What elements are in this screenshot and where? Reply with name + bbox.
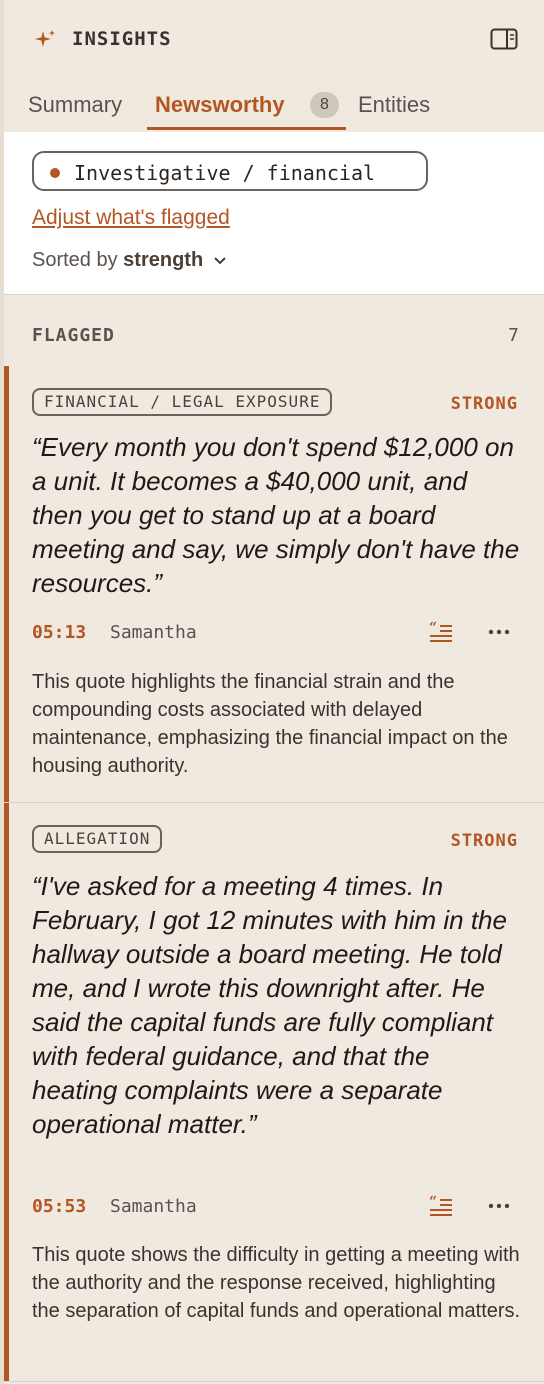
strength-label: STRONG: [450, 394, 518, 414]
newsworthy-count-badge: 8: [310, 92, 339, 118]
more-options-icon[interactable]: [486, 1194, 512, 1218]
explanation-text: This quote highlights the financial stra…: [32, 671, 508, 777]
strength-label: STRONG: [450, 831, 518, 851]
category-tag: FINANCIAL / LEGAL EXPOSURE: [32, 388, 333, 416]
active-tab-indicator: [147, 127, 346, 130]
flagged-section-header: FLAGGED 7: [4, 294, 544, 366]
tab-summary[interactable]: Summary: [28, 92, 122, 118]
card-accent-bar: [4, 366, 9, 802]
filter-area: Investigative / financial Adjust what's …: [4, 132, 544, 295]
quote-text: “Every month you don't spend $12,000 on …: [32, 432, 520, 598]
lens-chip-label: Investigative / financial: [74, 161, 376, 185]
section-title: FLAGGED: [32, 325, 115, 346]
insights-panel: INSIGHTS Summary Newsworthy Entities 8 I…: [4, 0, 544, 1384]
insight-card[interactable]: FINANCIAL / LEGAL EXPOSURE STRONG “Every…: [4, 366, 544, 803]
timestamp-link[interactable]: 05:13: [32, 622, 86, 643]
quote-text: “I've asked for a meeting 4 times. In Fe…: [32, 871, 507, 1139]
more-options-icon[interactable]: [486, 620, 512, 644]
quote-meta: 05:13 Samantha “: [32, 620, 522, 646]
panel-header: INSIGHTS: [4, 0, 544, 76]
insight-card[interactable]: ALLEGATION STRONG “I've asked for a meet…: [4, 803, 544, 1382]
svg-text:“: “: [429, 620, 437, 636]
tab-bar: Summary Newsworthy Entities: [4, 84, 544, 133]
sparkle-icon: [35, 30, 55, 47]
chevron-down-icon: [214, 257, 226, 265]
insert-quote-icon[interactable]: “: [428, 1194, 454, 1218]
section-count: 7: [508, 325, 519, 346]
category-tag: ALLEGATION: [32, 825, 163, 853]
sort-prefix: Sorted by: [32, 249, 118, 271]
card-accent-bar: [4, 803, 9, 1381]
timestamp-link[interactable]: 05:53: [32, 1196, 86, 1217]
tab-newsworthy[interactable]: Newsworthy: [155, 92, 285, 118]
speaker-name: Samantha: [110, 622, 197, 643]
quote-meta: 05:53 Samantha “: [32, 1194, 522, 1220]
adjust-flagged-link[interactable]: Adjust what's flagged: [32, 206, 230, 230]
svg-text:“: “: [429, 1194, 437, 1210]
speaker-name: Samantha: [110, 1196, 197, 1217]
sort-value: strength: [123, 249, 204, 271]
panel-title: INSIGHTS: [72, 28, 172, 50]
explanation-text: This quote shows the difficulty in getti…: [32, 1244, 521, 1322]
tab-entities[interactable]: Entities: [358, 92, 430, 118]
sidebar-toggle-icon[interactable]: [490, 28, 518, 50]
lens-chip[interactable]: Investigative / financial: [32, 151, 428, 191]
sort-dropdown[interactable]: Sorted by strength: [32, 249, 227, 272]
insert-quote-icon[interactable]: “: [428, 620, 454, 644]
lens-dot-icon: [50, 168, 60, 178]
